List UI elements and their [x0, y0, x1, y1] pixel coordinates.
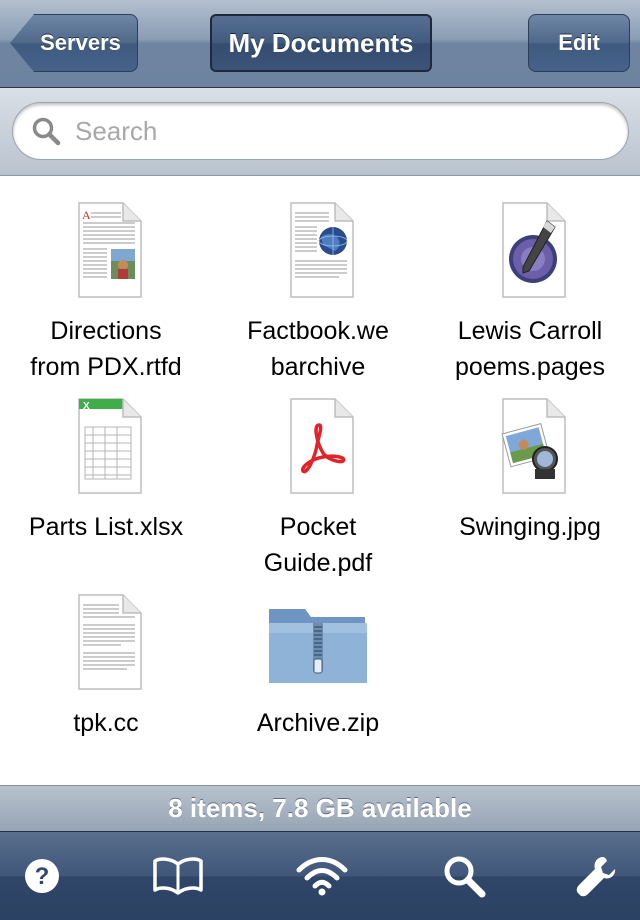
search-icon: [444, 856, 486, 898]
pages-document-icon: [502, 202, 566, 298]
svg-text:?: ?: [35, 863, 50, 890]
search-icon: [32, 117, 61, 146]
file-item[interactable]: Pocket Guide.pdf: [212, 397, 424, 581]
file-item[interactable]: X Parts List.xlsx: [0, 397, 212, 545]
file-name: Swinging.jpg: [459, 513, 601, 541]
file-item[interactable]: Swinging.jpg: [424, 397, 636, 545]
file-name: Lewis Carroll poems.pages: [454, 317, 606, 381]
file-item[interactable]: A Directions from PDX.rtfd: [0, 201, 212, 385]
page-title: My Documents: [228, 27, 414, 58]
help-icon: ?: [25, 859, 59, 893]
back-button-label: Servers: [40, 30, 121, 55]
file-item[interactable]: Archive.zip: [212, 593, 424, 741]
edit-button-label: Edit: [558, 30, 600, 55]
file-name: Factbook.we barchive: [247, 317, 389, 381]
navigation-bar: Servers My Documents Edit: [0, 0, 640, 88]
wrench-icon: [576, 857, 616, 897]
pdf-document-icon: [290, 398, 354, 494]
servers-back-button[interactable]: Servers: [10, 14, 138, 72]
storage-status-bar: 8 items, 7.8 GB available: [0, 785, 640, 831]
help-button[interactable]: ?: [14, 848, 70, 904]
jpg-image-icon: [501, 398, 566, 494]
file-name: Directions from PDX.rtfd: [30, 317, 182, 381]
book-icon: [153, 857, 203, 895]
svg-text:A: A: [82, 208, 91, 222]
file-name: tpk.cc: [73, 709, 139, 737]
file-name: Parts List.xlsx: [28, 513, 184, 541]
file-name: Pocket Guide.pdf: [263, 513, 373, 577]
file-item[interactable]: tpk.cc: [0, 593, 212, 741]
zip-folder-icon: [269, 609, 367, 683]
storage-status-text: 8 items, 7.8 GB available: [168, 793, 472, 823]
search-field[interactable]: [12, 102, 629, 160]
file-item[interactable]: Factbook.we barchive: [212, 201, 424, 385]
rtfd-document-icon: A: [78, 202, 142, 298]
webarchive-document-icon: [290, 202, 354, 298]
file-item[interactable]: Lewis Carroll poems.pages: [424, 201, 636, 385]
search-button[interactable]: [436, 848, 492, 904]
search-bar: [0, 88, 640, 176]
document-grid: A Directions from PDX.rtfd Factbook.we b…: [0, 177, 640, 785]
bookmarks-button[interactable]: [150, 848, 206, 904]
text-document-icon: [78, 594, 142, 690]
wifi-sharing-button[interactable]: [294, 848, 350, 904]
svg-text:X: X: [83, 401, 90, 412]
bottom-toolbar: ?: [0, 831, 640, 920]
settings-button[interactable]: [568, 848, 624, 904]
search-input[interactable]: [75, 115, 595, 147]
edit-button[interactable]: Edit: [528, 14, 630, 72]
xlsx-spreadsheet-icon: X: [78, 398, 142, 494]
file-name: Archive.zip: [256, 709, 380, 737]
wifi-icon: [296, 857, 348, 896]
page-title-button[interactable]: My Documents: [210, 14, 432, 72]
